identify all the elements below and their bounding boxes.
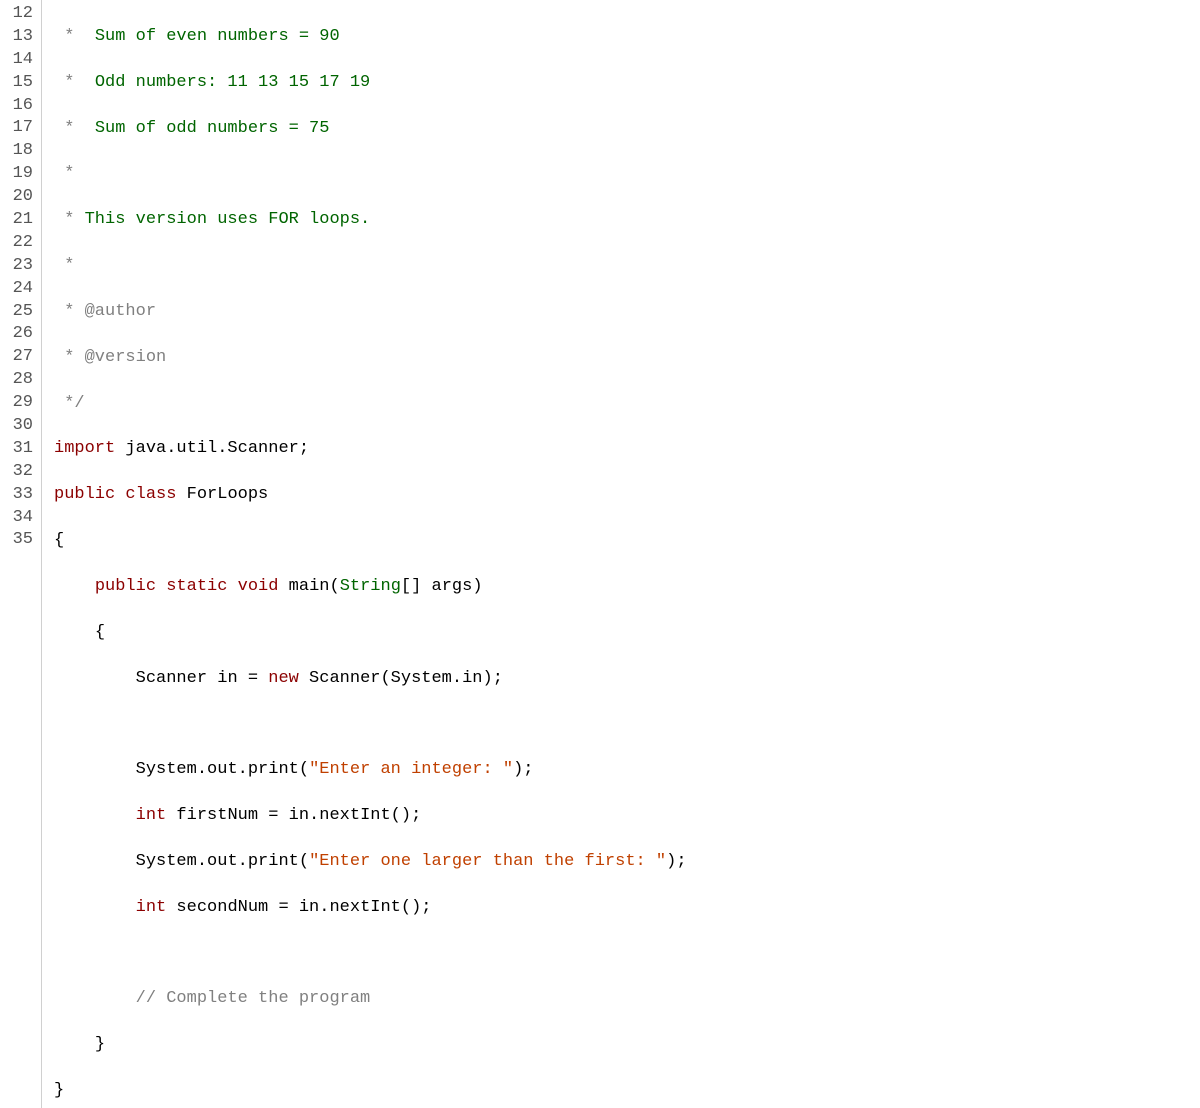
line-number: 21 <box>4 209 33 232</box>
line-number: 24 <box>4 278 33 301</box>
method-name: main( <box>289 577 340 596</box>
code-text: ); <box>513 760 533 779</box>
code-text: } <box>95 1035 105 1054</box>
code-line[interactable]: } <box>54 1034 1200 1057</box>
code-text: firstNum = in.nextInt(); <box>166 806 421 825</box>
comment-text: * <box>54 73 95 92</box>
code-line[interactable]: int secondNum = in.nextInt(); <box>54 897 1200 920</box>
comment-content: Odd numbers: 11 13 15 17 19 <box>95 73 370 92</box>
line-number: 28 <box>4 369 33 392</box>
code-text: Scanner in = <box>136 669 269 688</box>
class-name: ForLoops <box>187 485 269 504</box>
line-number: 22 <box>4 232 33 255</box>
comment-content: This version uses FOR loops. <box>85 210 371 229</box>
code-line[interactable]: public class ForLoops <box>54 484 1200 507</box>
code-editor[interactable]: * Sum of even numbers = 90 * Odd numbers… <box>42 0 1200 1108</box>
javadoc-tag: @version <box>85 348 167 367</box>
code-line[interactable]: * <box>54 163 1200 186</box>
line-number: 35 <box>4 529 33 552</box>
comment-text: * <box>54 348 85 367</box>
comment-text: * <box>54 27 95 46</box>
line-number: 20 <box>4 186 33 209</box>
line-number: 25 <box>4 301 33 324</box>
code-text: ); <box>666 852 686 871</box>
comment-content: Sum of even numbers = 90 <box>95 27 340 46</box>
code-line[interactable]: Scanner in = new Scanner(System.in); <box>54 668 1200 691</box>
code-line[interactable]: import java.util.Scanner; <box>54 438 1200 461</box>
line-number-gutter: 12 13 14 15 16 17 18 19 20 21 22 23 24 2… <box>0 0 42 1108</box>
code-text: { <box>95 623 105 642</box>
line-number: 31 <box>4 438 33 461</box>
comment-text: */ <box>54 394 85 413</box>
string-literal: "Enter an integer: " <box>309 760 513 779</box>
line-number: 30 <box>4 415 33 438</box>
comment-text: * <box>54 256 74 275</box>
code-line[interactable]: System.out.print("Enter one larger than … <box>54 851 1200 874</box>
code-text: System.out.print( <box>136 852 309 871</box>
line-number: 12 <box>4 3 33 26</box>
line-number: 33 <box>4 484 33 507</box>
code-line[interactable]: * Sum of even numbers = 90 <box>54 26 1200 49</box>
keyword: import <box>54 439 115 458</box>
code-line[interactable]: { <box>54 622 1200 645</box>
comment-text: * <box>54 164 74 183</box>
keyword: int <box>136 806 167 825</box>
code-line[interactable]: * <box>54 255 1200 278</box>
code-line[interactable]: * @author <box>54 301 1200 324</box>
line-number: 17 <box>4 117 33 140</box>
code-text: Scanner(System.in); <box>299 669 503 688</box>
string-literal: "Enter one larger than the first: " <box>309 852 666 871</box>
keyword: int <box>136 898 167 917</box>
line-number: 26 <box>4 323 33 346</box>
line-number: 19 <box>4 163 33 186</box>
code-line[interactable]: * Odd numbers: 11 13 15 17 19 <box>54 72 1200 95</box>
code-text: } <box>54 1081 64 1100</box>
line-number: 18 <box>4 140 33 163</box>
code-text: secondNum = in.nextInt(); <box>166 898 431 917</box>
code-text: java.util.Scanner; <box>115 439 309 458</box>
keyword: void <box>238 577 279 596</box>
code-line[interactable]: { <box>54 530 1200 553</box>
code-line[interactable] <box>54 713 1200 736</box>
code-line[interactable]: * This version uses FOR loops. <box>54 209 1200 232</box>
line-number: 23 <box>4 255 33 278</box>
type-name: String <box>340 577 401 596</box>
code-line[interactable]: int firstNum = in.nextInt(); <box>54 805 1200 828</box>
comment-text: // Complete the program <box>136 989 371 1008</box>
comment-text: * <box>54 119 95 138</box>
code-line[interactable]: System.out.print("Enter an integer: "); <box>54 759 1200 782</box>
comment-content: Sum of odd numbers = 75 <box>95 119 330 138</box>
keyword: new <box>268 669 299 688</box>
code-line[interactable]: public static void main(String[] args) <box>54 576 1200 599</box>
line-number: 16 <box>4 95 33 118</box>
keyword: public <box>54 485 115 504</box>
code-line[interactable] <box>54 943 1200 966</box>
code-text: { <box>54 531 64 550</box>
keyword: static <box>166 577 227 596</box>
line-number: 32 <box>4 461 33 484</box>
line-number: 29 <box>4 392 33 415</box>
code-line[interactable]: * Sum of odd numbers = 75 <box>54 118 1200 141</box>
code-text: System.out.print( <box>136 760 309 779</box>
comment-text: * <box>54 302 85 321</box>
code-text: [] args) <box>401 577 483 596</box>
keyword: public <box>95 577 156 596</box>
line-number: 15 <box>4 72 33 95</box>
code-line[interactable]: // Complete the program <box>54 988 1200 1011</box>
code-line[interactable]: * @version <box>54 347 1200 370</box>
keyword: class <box>125 485 176 504</box>
line-number: 27 <box>4 346 33 369</box>
comment-text: * <box>54 210 85 229</box>
javadoc-tag: @author <box>85 302 156 321</box>
line-number: 14 <box>4 49 33 72</box>
code-line[interactable]: } <box>54 1080 1200 1103</box>
line-number: 34 <box>4 507 33 530</box>
line-number: 13 <box>4 26 33 49</box>
code-line[interactable]: */ <box>54 393 1200 416</box>
